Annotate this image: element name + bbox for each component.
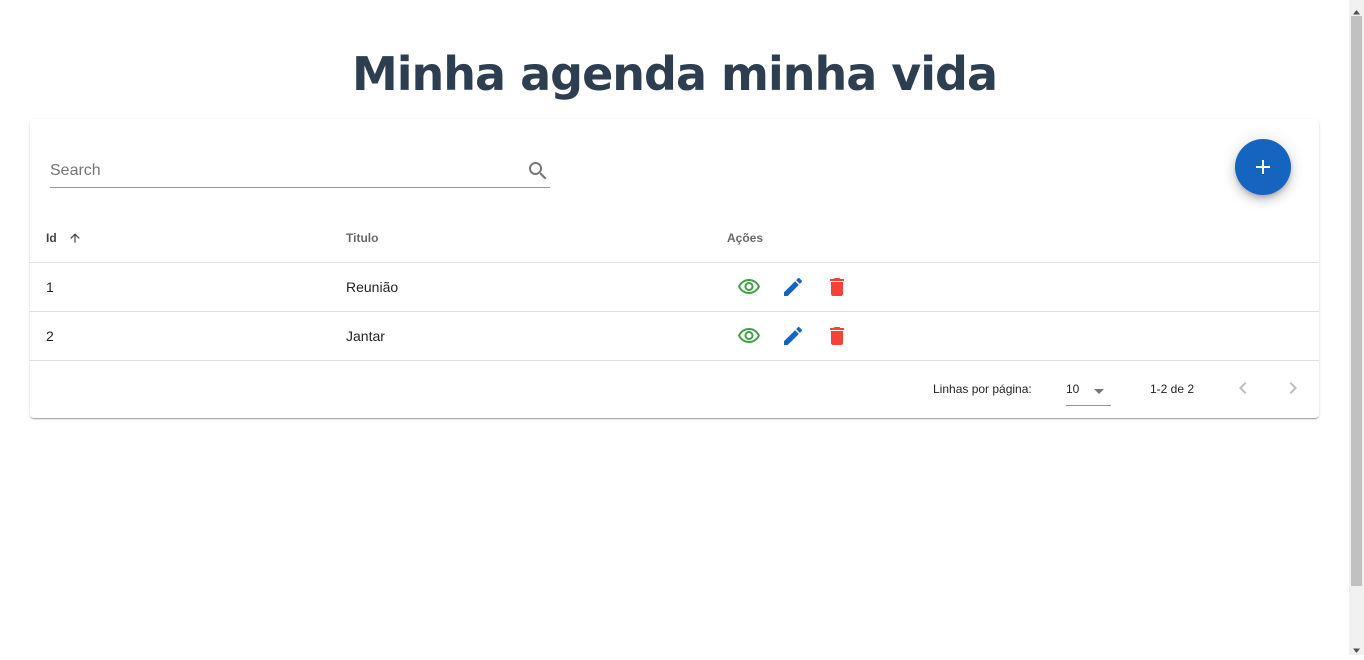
vertical-scrollbar[interactable] (1349, 0, 1364, 655)
row-id: 2 (46, 328, 54, 344)
page-range: 1-2 de 2 (1150, 382, 1195, 396)
page-title: Minha agenda minha vida (352, 47, 998, 101)
column-header-actions: Ações (727, 231, 764, 245)
plus-icon (1256, 160, 1270, 174)
rows-per-page-select[interactable]: 10 (1066, 377, 1111, 406)
table-row: 2 Jantar (30, 312, 1319, 361)
chevron-left-icon[interactable] (1231, 376, 1255, 400)
search-icon[interactable] (526, 159, 550, 183)
add-event-button[interactable] (1235, 139, 1291, 195)
scroll-up-arrow-icon[interactable] (1352, 4, 1361, 15)
table-header-row: Id Titulo Ações (30, 214, 1319, 263)
pencil-icon[interactable] (781, 324, 805, 348)
pagination: Linhas por página: 10 1-2 de 2 (30, 359, 1319, 418)
agenda-table-card: Id Titulo Ações 1 Reunião 2 Jantar (30, 119, 1319, 418)
column-header-title[interactable]: Titulo (346, 214, 378, 262)
rows-per-page-label: Linhas por página: (933, 382, 1032, 396)
scrollbar-thumb[interactable] (1351, 16, 1362, 586)
chevron-right-icon[interactable] (1281, 376, 1305, 400)
search-field (50, 157, 550, 188)
arrow-up-icon[interactable] (68, 231, 82, 250)
table-row: 1 Reunião (30, 263, 1319, 312)
eye-icon[interactable] (737, 275, 761, 299)
column-header-id[interactable]: Id (46, 214, 57, 262)
caret-down-icon (1087, 379, 1111, 406)
rows-per-page-value: 10 (1066, 382, 1080, 396)
row-title: Jantar (346, 328, 385, 344)
trash-icon[interactable] (825, 324, 849, 348)
search-input[interactable] (50, 157, 510, 185)
eye-icon[interactable] (737, 324, 761, 348)
scroll-down-arrow-icon[interactable] (1352, 642, 1361, 653)
trash-icon[interactable] (825, 275, 849, 299)
row-title: Reunião (346, 279, 399, 295)
pencil-icon[interactable] (781, 275, 805, 299)
agenda-table: Id Titulo Ações 1 Reunião 2 Jantar (30, 214, 1319, 361)
row-id: 1 (46, 279, 54, 295)
table-toolbar (30, 119, 1319, 214)
